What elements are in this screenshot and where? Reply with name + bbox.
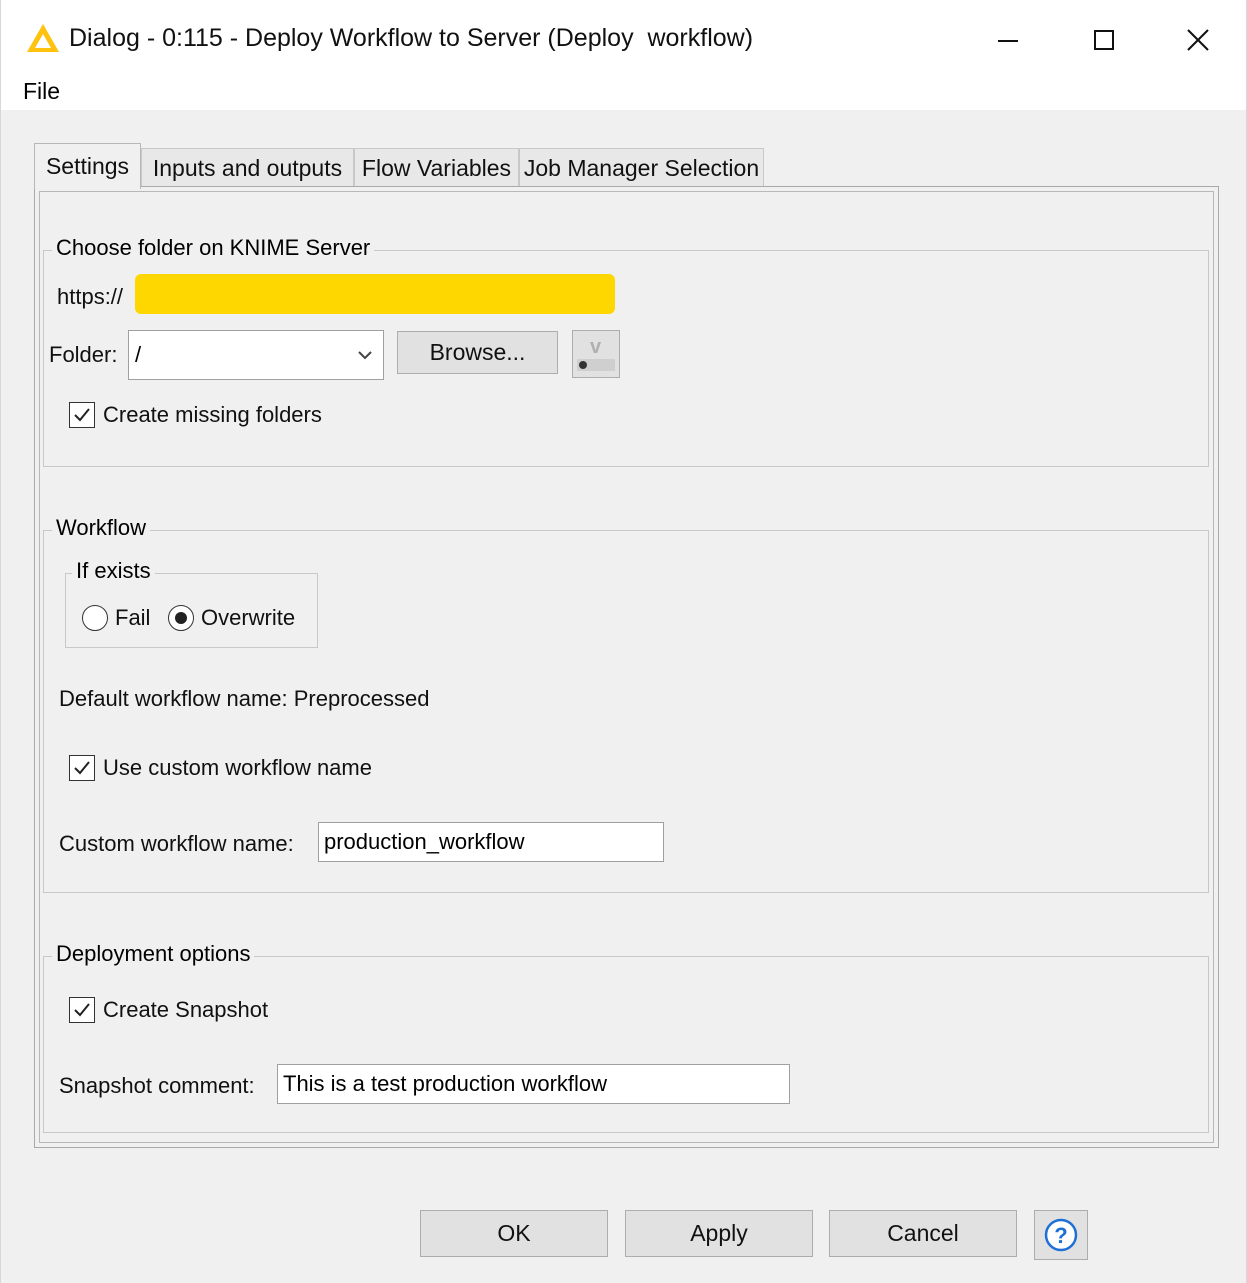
knime-warning-triangle-icon (27, 24, 59, 52)
tab-inputs-and-outputs[interactable]: Inputs and outputs (141, 148, 354, 188)
radio-overwrite[interactable] (168, 605, 194, 631)
radio-overwrite-label: Overwrite (201, 605, 296, 630)
tab-job-manager-selection[interactable]: Job Manager Selection (519, 148, 764, 188)
chevron-down-icon (358, 351, 372, 360)
custom-name-label: Custom workflow name: (59, 831, 294, 856)
window-title: Dialog - 0:115 - Deploy Workflow to Serv… (69, 24, 754, 52)
checkmark-icon (74, 408, 90, 422)
create-snapshot-label: Create Snapshot (103, 997, 269, 1022)
radio-fail[interactable] (82, 605, 108, 631)
if-exists-group-title: If exists (72, 558, 155, 584)
menu-bar: File (1, 72, 1246, 110)
apply-button[interactable]: Apply (625, 1210, 813, 1257)
flow-variable-icon: v (577, 336, 615, 371)
server-url-redacted (135, 274, 615, 314)
help-button[interactable]: ? (1034, 1210, 1088, 1260)
radio-selected-dot (175, 612, 187, 624)
checkmark-icon (74, 761, 90, 775)
use-custom-name-label: Use custom workflow name (103, 755, 372, 780)
deployment-options-group-title: Deployment options (52, 941, 255, 967)
create-missing-folders-label: Create missing folders (103, 402, 322, 427)
default-workflow-name: Default workflow name: Preprocessed (59, 686, 430, 711)
checkmark-icon (74, 1003, 90, 1017)
snapshot-comment-label: Snapshot comment: (59, 1073, 255, 1098)
minimize-icon (998, 40, 1018, 42)
deployment-options-group: Deployment options (43, 941, 1209, 1133)
use-custom-name-checkbox[interactable] (69, 755, 95, 781)
menu-file[interactable]: File (23, 78, 60, 105)
maximize-icon (1094, 30, 1114, 50)
browse-button[interactable]: Browse... (397, 331, 558, 374)
cancel-button[interactable]: Cancel (829, 1210, 1017, 1257)
maximize-button[interactable] (1081, 18, 1127, 62)
ok-button[interactable]: OK (420, 1210, 608, 1257)
custom-name-field[interactable]: production_workflow (318, 822, 664, 862)
help-question-icon: ? (1044, 1218, 1078, 1252)
radio-fail-label: Fail (115, 605, 151, 630)
create-missing-folders-checkbox[interactable] (69, 402, 95, 428)
tab-flow-variables[interactable]: Flow Variables (354, 148, 519, 188)
folder-label: Folder: (49, 342, 118, 367)
folder-combobox[interactable]: / (128, 330, 384, 380)
flow-variable-button[interactable]: v (572, 330, 620, 378)
close-icon (1187, 29, 1209, 51)
svg-text:?: ? (1054, 1223, 1067, 1248)
create-snapshot-checkbox[interactable] (69, 997, 95, 1023)
minimize-button[interactable] (985, 18, 1031, 62)
dialog-window: Dialog - 0:115 - Deploy Workflow to Serv… (0, 0, 1247, 1283)
server-url-prefix: https:// (57, 284, 124, 309)
snapshot-comment-field[interactable]: This is a test production workflow (277, 1064, 790, 1104)
tab-settings[interactable]: Settings (34, 143, 141, 189)
folder-value: / (135, 342, 142, 367)
workflow-group-title: Workflow (52, 515, 151, 541)
svg-text:v: v (590, 336, 602, 358)
title-bar[interactable]: Dialog - 0:115 - Deploy Workflow to Serv… (1, 0, 1246, 78)
server-folder-group-title: Choose folder on KNIME Server (52, 235, 375, 261)
close-button[interactable] (1175, 18, 1221, 62)
